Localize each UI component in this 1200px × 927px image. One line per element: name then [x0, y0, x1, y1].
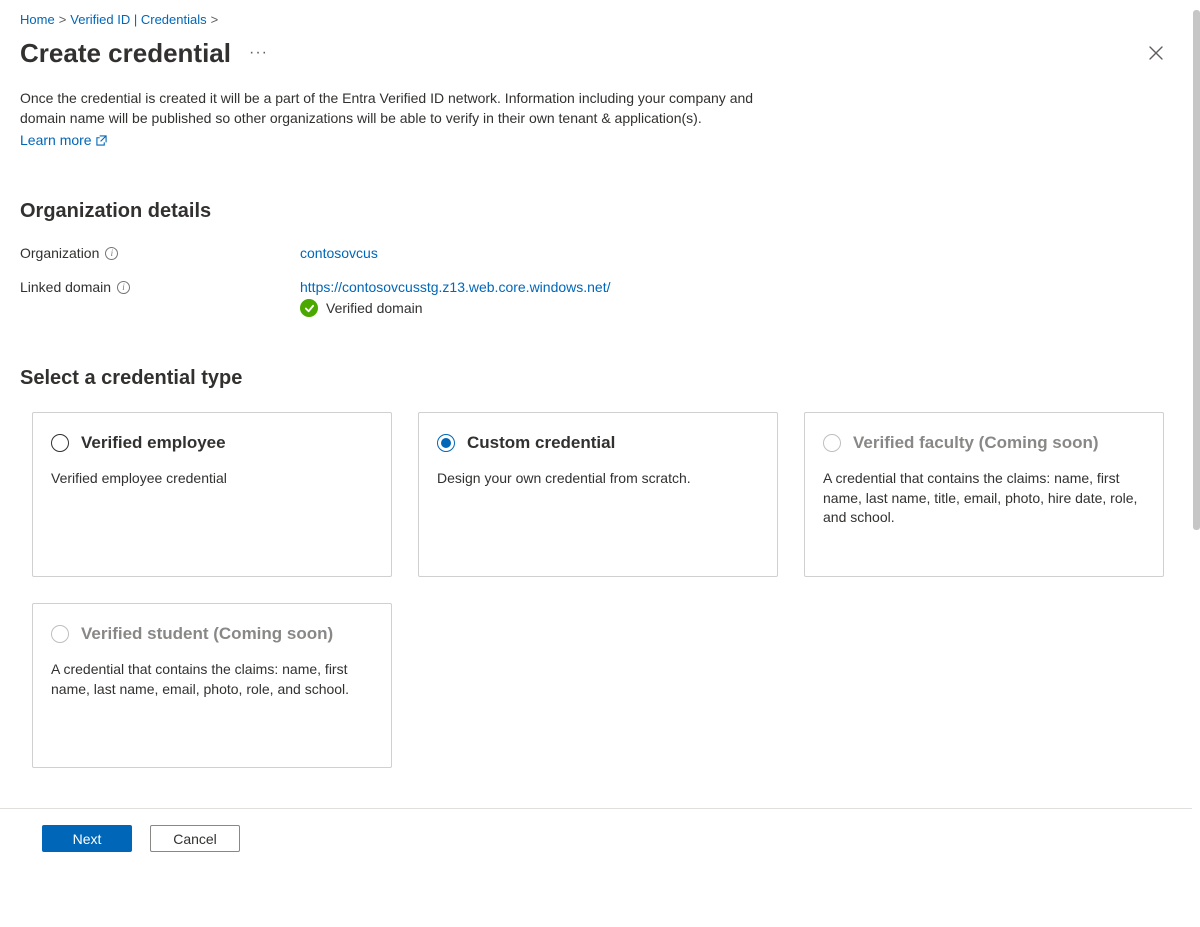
- breadcrumb-verified-id[interactable]: Verified ID | Credentials: [70, 12, 206, 27]
- breadcrumb-home[interactable]: Home: [20, 12, 55, 27]
- org-value: contosovcus: [300, 245, 378, 261]
- card-title: Custom credential: [467, 433, 615, 453]
- verified-domain-status: Verified domain: [300, 299, 611, 317]
- info-icon[interactable]: i: [105, 247, 118, 260]
- radio-verified-student: [51, 625, 69, 643]
- org-label: Organization i: [20, 245, 300, 261]
- linked-domain-link[interactable]: https://contosovcusstg.z13.web.core.wind…: [300, 279, 611, 295]
- learn-more-link[interactable]: Learn more: [20, 132, 107, 148]
- footer-bar: Next Cancel: [0, 808, 1192, 870]
- org-row: Organization i contosovcus: [20, 245, 1172, 261]
- cancel-button[interactable]: Cancel: [150, 825, 240, 852]
- next-button[interactable]: Next: [42, 825, 132, 852]
- page-title: Create credential: [20, 38, 231, 69]
- card-title: Verified faculty (Coming soon): [853, 433, 1099, 453]
- org-link[interactable]: contosovcus: [300, 245, 378, 261]
- radio-verified-employee[interactable]: [51, 434, 69, 452]
- linked-domain-label: Linked domain i: [20, 279, 300, 295]
- info-icon[interactable]: i: [117, 281, 130, 294]
- breadcrumb-separator: >: [211, 12, 219, 27]
- card-description: A credential that contains the claims: n…: [823, 469, 1145, 528]
- close-icon: [1149, 46, 1163, 60]
- breadcrumb: Home > Verified ID | Credentials >: [20, 12, 1172, 27]
- linked-domain-label-text: Linked domain: [20, 279, 111, 295]
- more-actions-button[interactable]: ···: [245, 40, 272, 66]
- org-label-text: Organization: [20, 245, 99, 261]
- checkmark-icon: [300, 299, 318, 317]
- card-custom-credential[interactable]: Custom credential Design your own creden…: [418, 412, 778, 577]
- radio-custom-credential[interactable]: [437, 434, 455, 452]
- card-description: Verified employee credential: [51, 469, 373, 489]
- card-verified-employee[interactable]: Verified employee Verified employee cred…: [32, 412, 392, 577]
- card-verified-student: Verified student (Coming soon) A credent…: [32, 603, 392, 768]
- credential-type-cards: Verified employee Verified employee cred…: [32, 412, 1172, 768]
- card-title: Verified student (Coming soon): [81, 624, 333, 644]
- scrollbar[interactable]: [1193, 10, 1200, 530]
- select-type-heading: Select a credential type: [20, 367, 1172, 390]
- page-header: Create credential ···: [20, 37, 1172, 69]
- learn-more-label: Learn more: [20, 132, 92, 148]
- close-button[interactable]: [1140, 37, 1172, 69]
- linked-domain-value: https://contosovcusstg.z13.web.core.wind…: [300, 279, 611, 317]
- card-description: A credential that contains the claims: n…: [51, 660, 373, 699]
- card-description: Design your own credential from scratch.: [437, 469, 759, 489]
- linked-domain-row: Linked domain i https://contosovcusstg.z…: [20, 279, 1172, 317]
- radio-verified-faculty: [823, 434, 841, 452]
- breadcrumb-separator: >: [59, 12, 67, 27]
- external-link-icon: [96, 135, 107, 146]
- intro-text: Once the credential is created it will b…: [20, 89, 800, 128]
- org-details-heading: Organization details: [20, 200, 1172, 223]
- verified-domain-label: Verified domain: [326, 300, 423, 316]
- card-title: Verified employee: [81, 433, 226, 453]
- card-verified-faculty: Verified faculty (Coming soon) A credent…: [804, 412, 1164, 577]
